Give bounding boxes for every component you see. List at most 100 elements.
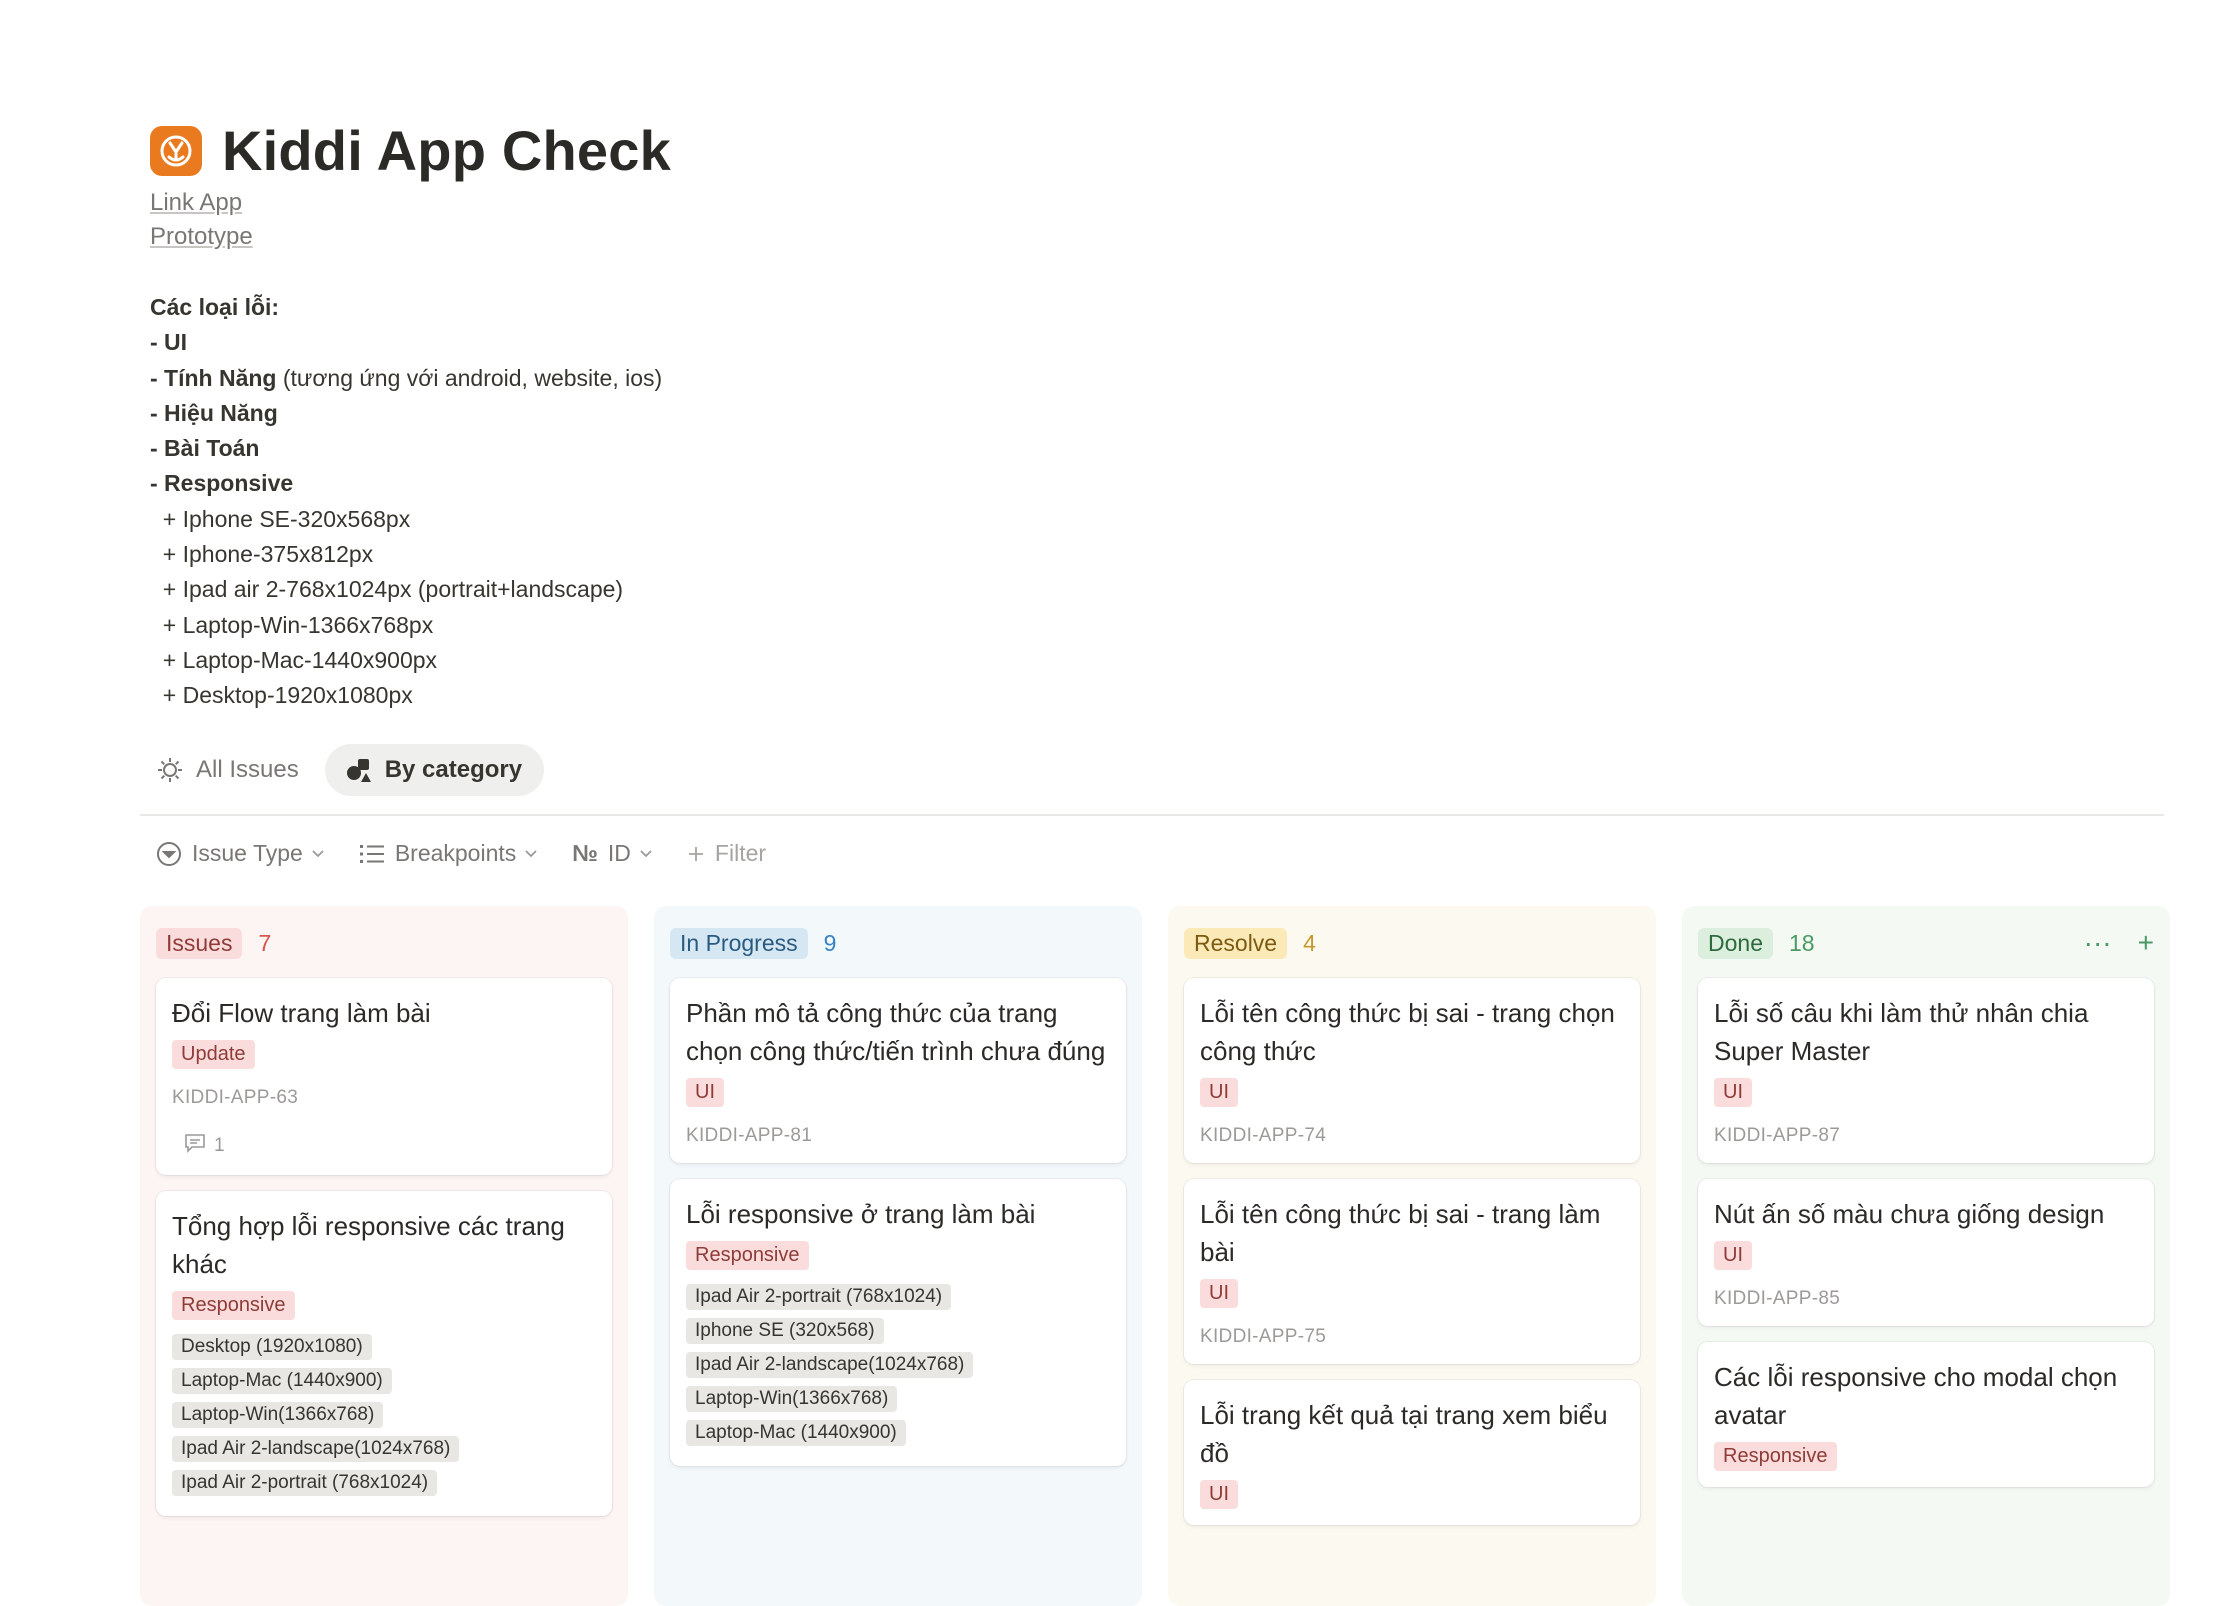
tab-by-category[interactable]: By category [324, 744, 545, 796]
card-title[interactable]: Phần mô tả công thức của trang chọn công… [686, 994, 1110, 1070]
tag-row: UI [1200, 1271, 1624, 1308]
card-title[interactable]: Các lỗi responsive cho modal chọn avatar [1714, 1358, 2138, 1434]
issue-id: KIDDI-APP-85 [1714, 1288, 1841, 1309]
breakpoint-chip: Laptop-Mac (1440x900) [172, 1368, 392, 1394]
plus-icon [687, 845, 705, 863]
issue-type-tag: UI [1200, 1078, 1238, 1107]
chip-row: Laptop-Mac (1440x900) [172, 1364, 596, 1398]
description-line: + Iphone SE-320x568px [150, 502, 662, 537]
card-title[interactable]: Tổng hợp lỗi responsive các trang khác [172, 1207, 596, 1283]
issue-id: KIDDI-APP-63 [172, 1087, 299, 1108]
filter-breakpoints[interactable]: Breakpoints [359, 840, 538, 867]
description-line: - UI [150, 325, 662, 360]
description-text: + Desktop-1920x1080px [150, 682, 413, 709]
title-row: Kiddi App Check [150, 118, 671, 183]
column-actions: ··· + [2084, 927, 2154, 959]
card-title[interactable]: Lỗi tên công thức bị sai - trang làm bài [1200, 1195, 1624, 1271]
status-label[interactable]: Issues [156, 927, 243, 959]
comment-icon [184, 1133, 206, 1159]
card-title[interactable]: Lỗi responsive ở trang làm bài [686, 1195, 1110, 1233]
description-text: (tương ứng với android, website, ios) [276, 364, 663, 391]
breakpoint-chip: Desktop (1920x1080) [172, 1334, 372, 1360]
column-done: Done 18 ··· + Lỗi số câu khi làm thử nhân ch… [1682, 906, 2170, 1606]
issue-card[interactable]: Lỗi tên công thức bị sai - trang làm bài… [1184, 1179, 1640, 1364]
more-icon[interactable]: ··· [2084, 927, 2112, 959]
column-progress: In Progress 9 Phần mô tả công thức của tra… [654, 906, 1142, 1606]
description-text: + Laptop-Mac-1440x900px [150, 646, 438, 673]
issue-id: KIDDI-APP-75 [1200, 1326, 1327, 1347]
description-line: + Iphone-375x812px [150, 537, 662, 572]
add-filter-button[interactable]: Filter [687, 840, 766, 867]
description-line: + Laptop-Mac-1440x900px [150, 643, 662, 678]
issue-card[interactable]: Nút ấn số màu chưa giống design UI KIDDI-A… [1698, 1179, 2154, 1326]
comment-count[interactable]: 1 [172, 1133, 596, 1159]
issue-card[interactable]: Lỗi số câu khi làm thử nhân chia Super M… [1698, 978, 2154, 1163]
description-bold: - Hiệu Năng [150, 399, 278, 426]
app-icon[interactable] [150, 125, 202, 176]
status-circle-icon [156, 841, 182, 867]
description-line: - Responsive [150, 466, 662, 501]
tag-row: Responsive [172, 1283, 596, 1320]
link-app[interactable]: Link App [150, 186, 253, 220]
card-title[interactable]: Đổi Flow trang làm bài [172, 994, 596, 1032]
issue-type-tag: UI [686, 1078, 724, 1107]
chip-row: Laptop-Mac (1440x900) [686, 1416, 1110, 1450]
description-bold: - Bài Toán [150, 435, 260, 462]
filter-id[interactable]: № ID [572, 840, 653, 867]
tag-row: Responsive [1714, 1434, 2138, 1471]
status-label[interactable]: Resolve [1184, 927, 1288, 959]
status-label[interactable]: Done [1698, 927, 1773, 959]
issue-card[interactable]: Đổi Flow trang làm bài Update KIDDI-APP-63… [156, 978, 612, 1175]
shapes-icon [345, 756, 373, 784]
issue-type-tag: UI [1200, 1480, 1238, 1509]
issue-type-tag: Update [172, 1040, 255, 1069]
filter-breakpoints-label: Breakpoints [394, 840, 517, 866]
add-card-icon[interactable]: + [2138, 927, 2154, 959]
description-line: + Ipad air 2-768x1024px (portrait+landsc… [150, 572, 662, 607]
link-prototype[interactable]: Prototype [150, 220, 253, 254]
tag-row: UI [1200, 1472, 1624, 1509]
breakpoint-chip: Ipad Air 2-landscape(1024x768) [172, 1436, 460, 1462]
column-header: In Progress 9 [670, 924, 1126, 962]
card-title[interactable]: Nút ấn số màu chưa giống design [1714, 1195, 2138, 1233]
issue-card[interactable]: Lỗi tên công thức bị sai - trang chọn cô… [1184, 978, 1640, 1163]
breakpoint-chip: Laptop-Win(1366x768) [686, 1386, 898, 1412]
chevron-down-icon [639, 849, 653, 859]
issue-id: KIDDI-APP-74 [1200, 1125, 1327, 1146]
breakpoint-chip: Ipad Air 2-landscape(1024x768) [686, 1352, 974, 1378]
description-text: + Iphone-375x812px [150, 541, 374, 568]
sun-icon [156, 756, 184, 784]
issue-card[interactable]: Tổng hợp lỗi responsive các trang khác Re… [156, 1191, 612, 1516]
issue-type-tag: UI [1714, 1078, 1752, 1107]
issue-card[interactable]: Phần mô tả công thức của trang chọn công… [670, 978, 1126, 1163]
column-resolve: Resolve 4 Lỗi tên công thức bị sai - trang… [1168, 906, 1656, 1606]
chip-row: Iphone SE (320x568) [686, 1314, 1110, 1348]
issue-card[interactable]: Lỗi trang kết quả tại trang xem biểu đồ U… [1184, 1380, 1640, 1525]
filter-bar: Issue Type Breakpoints № ID Filter [156, 840, 800, 867]
card-title[interactable]: Lỗi trang kết quả tại trang xem biểu đồ [1200, 1396, 1624, 1472]
description-line: + Desktop-1920x1080px [150, 678, 662, 713]
tab-by-category-label: By category [384, 756, 523, 783]
status-label[interactable]: In Progress [670, 927, 808, 959]
card-title[interactable]: Lỗi tên công thức bị sai - trang chọn cô… [1200, 994, 1624, 1070]
issue-card[interactable]: Các lỗi responsive cho modal chọn avatar… [1698, 1342, 2154, 1487]
chip-row: Ipad Air 2-portrait (768x1024) [172, 1466, 596, 1500]
description-line: - Bài Toán [150, 431, 662, 466]
description-block: Các loại lỗi: - UI - Tính Năng (tương ứng … [150, 290, 662, 714]
breakpoint-chip: Ipad Air 2-portrait (768x1024) [172, 1470, 438, 1496]
tag-row: UI [1714, 1070, 2138, 1107]
issue-type-tag: Responsive [1714, 1442, 1837, 1471]
tab-all-issues[interactable]: All Issues [150, 744, 319, 796]
breakpoint-chips: Desktop (1920x1080) Laptop-Mac (1440x900)… [172, 1330, 596, 1500]
filter-issue-type[interactable]: Issue Type [156, 840, 325, 867]
description-bold: - Tính Năng [150, 364, 277, 391]
card-title[interactable]: Lỗi số câu khi làm thử nhân chia Super M… [1714, 994, 2138, 1070]
description-bold: Các loại lỗi: [150, 294, 280, 320]
description-text: + Ipad air 2-768x1024px (portrait+landsc… [150, 576, 624, 603]
number-sign-icon: № [572, 840, 598, 866]
tag-row: UI [1200, 1070, 1624, 1107]
column-header: Issues 7 [156, 924, 612, 962]
tab-all-issues-label: All Issues [196, 756, 299, 783]
issue-card[interactable]: Lỗi responsive ở trang làm bài Responsive… [670, 1179, 1126, 1466]
add-filter-label: Filter [714, 840, 767, 866]
